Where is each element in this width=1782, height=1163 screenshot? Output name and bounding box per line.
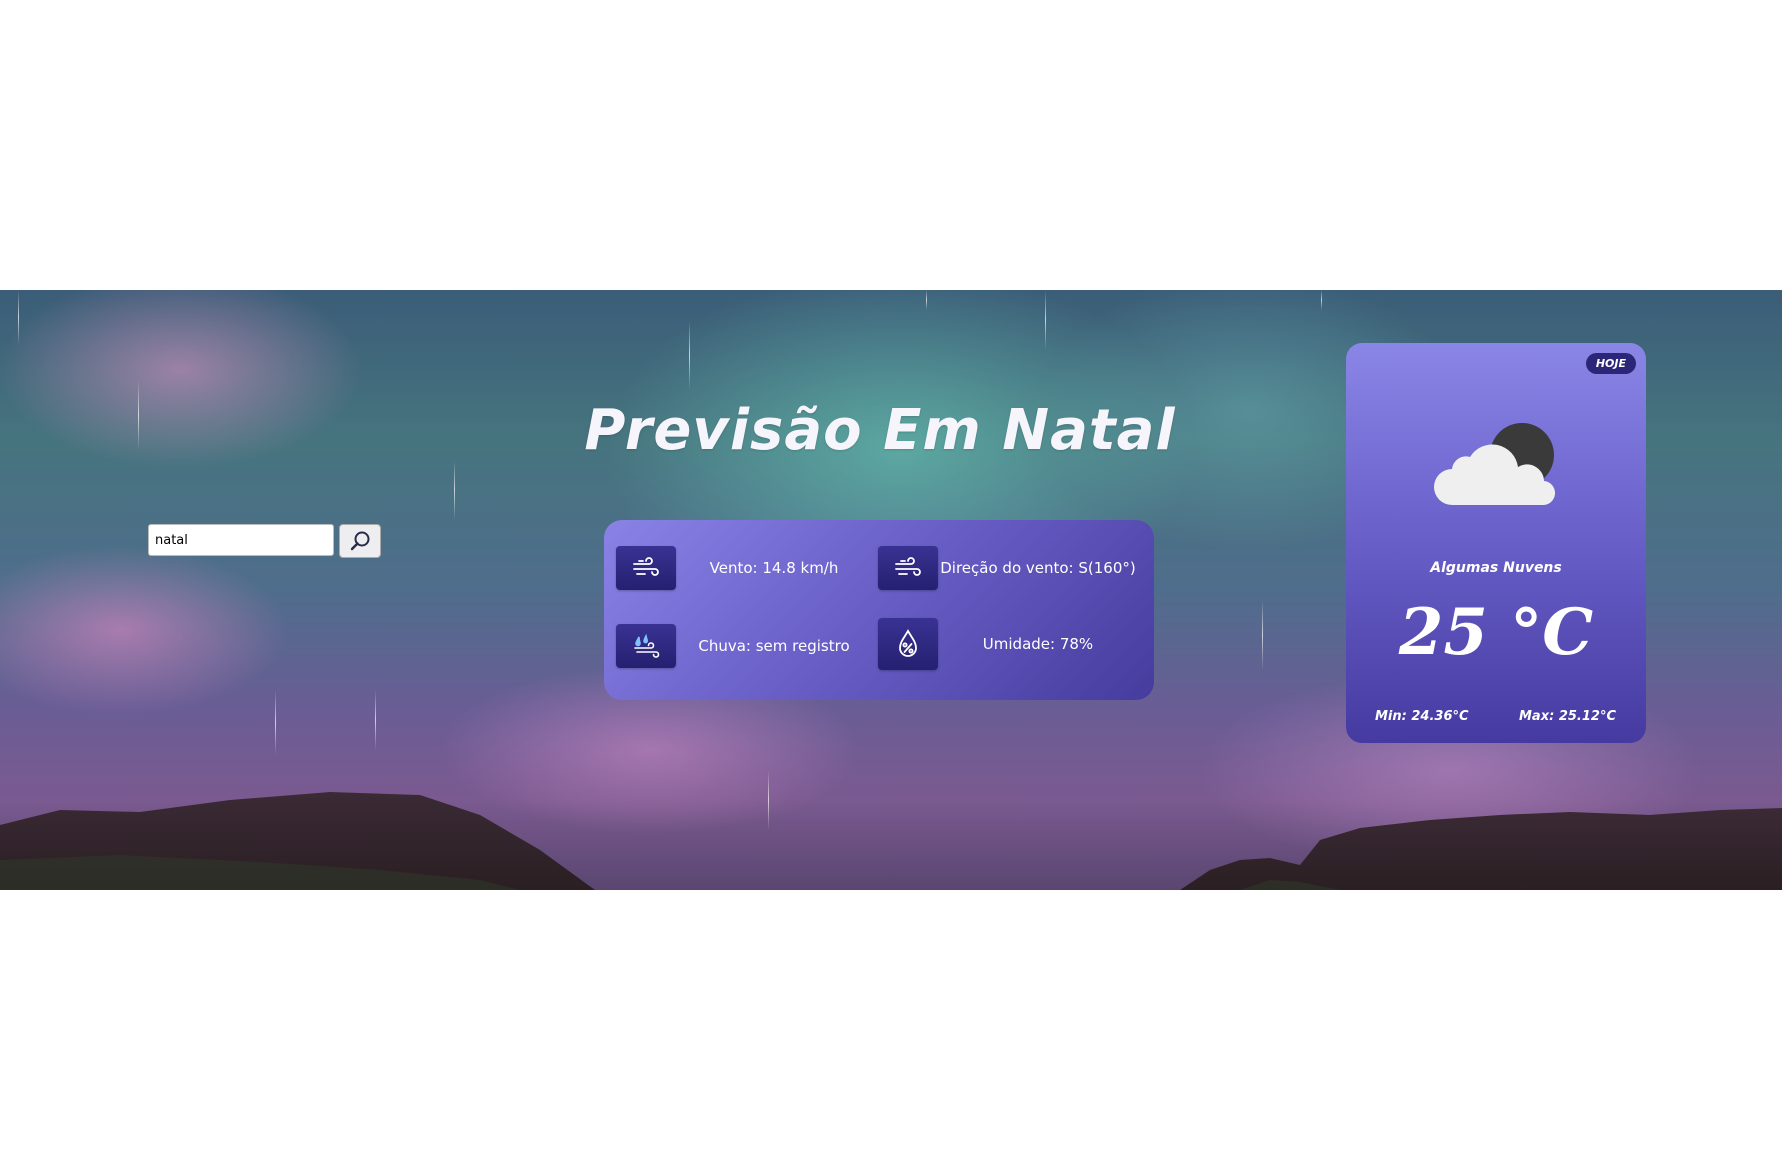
wind-direction-text: Direção do vento: S(160°) [940, 559, 1136, 577]
search-icon [350, 531, 370, 551]
rain-item: Chuva: sem registro [616, 624, 872, 668]
page-title: Previsão Em Natal [584, 398, 1176, 463]
rain-streak [454, 460, 455, 520]
rain-icon [616, 624, 676, 668]
wind-direction-icon [878, 546, 938, 590]
weather-condition: Algumas Nuvens [1430, 560, 1562, 576]
rain-streak [1321, 290, 1322, 310]
search-input[interactable] [148, 524, 334, 556]
mountain-silhouette [0, 792, 1782, 890]
partly-cloudy-icon [1434, 423, 1556, 506]
current-temperature: 25 °C [1398, 595, 1594, 670]
weather-details-panel: Vento: 14.8 km/h Direção do vento: S(160… [604, 520, 1154, 700]
rain-streak [689, 320, 690, 390]
rain-text: Chuva: sem registro [698, 637, 850, 655]
rain-streak [375, 690, 376, 750]
today-badge: HOJE [1585, 353, 1636, 374]
humidity-item: Umidade: 78% [878, 618, 1138, 670]
rain-streak [1262, 600, 1263, 670]
max-temperature: Max: 25.12°C [1519, 709, 1616, 724]
min-temperature: Min: 24.36°C [1375, 709, 1469, 724]
rain-streak [1045, 290, 1046, 350]
search-bar [148, 524, 381, 558]
rain-streak [275, 690, 276, 755]
humidity-icon [878, 618, 938, 670]
wind-direction-item: Direção do vento: S(160°) [878, 546, 1138, 590]
wind-speed-item: Vento: 14.8 km/h [616, 546, 872, 590]
humidity-text: Umidade: 78% [982, 635, 1094, 653]
wind-speed-text: Vento: 14.8 km/h [709, 559, 839, 577]
today-forecast-card: HOJE Algumas Nuvens 25 °C Min: 24.36°C M… [1346, 343, 1646, 743]
wind-icon [616, 546, 676, 590]
rain-streak [926, 290, 927, 310]
rain-streak [138, 380, 139, 450]
search-button[interactable] [339, 524, 381, 558]
rain-streak [18, 290, 19, 345]
